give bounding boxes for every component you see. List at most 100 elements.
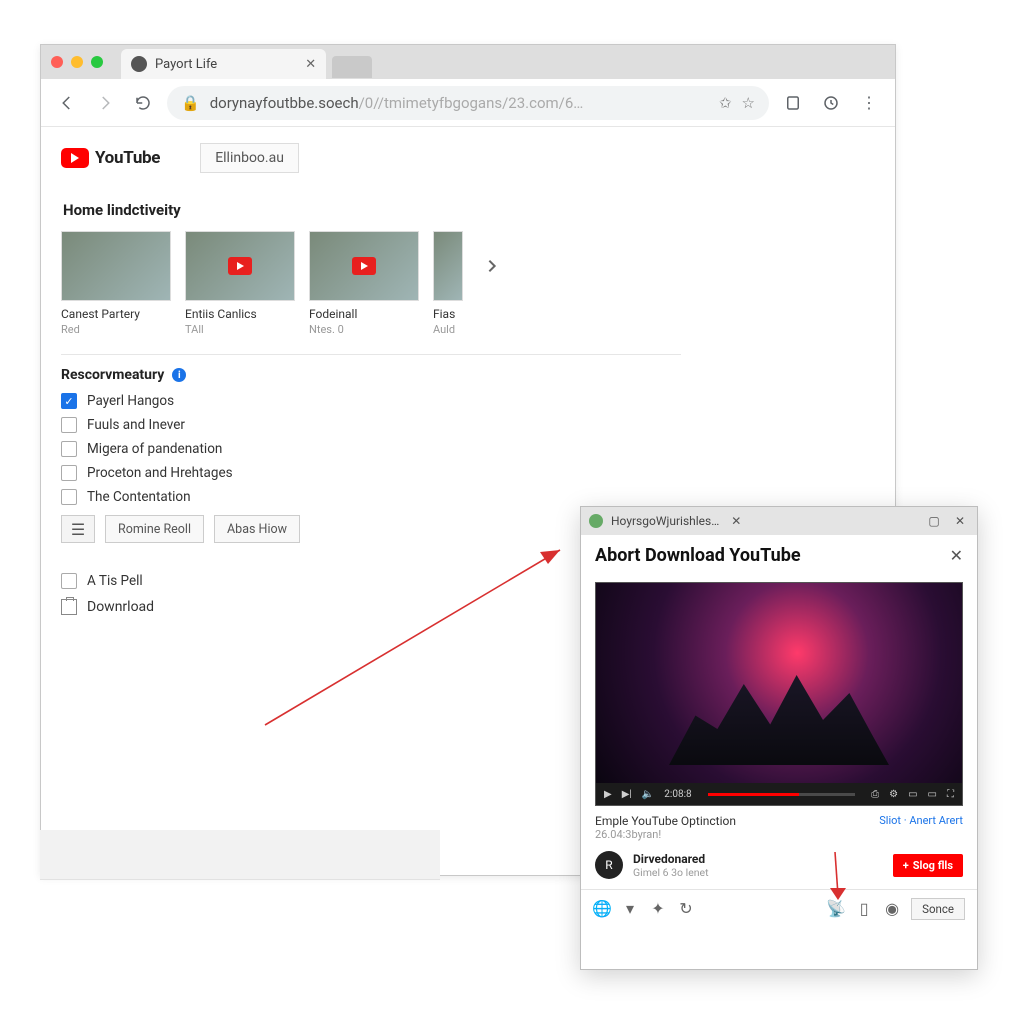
maximize-window-icon[interactable] [91,56,103,68]
back-button[interactable] [53,89,81,117]
video-meta: Emple YouTube Optinction Sliot · Anert A… [581,806,977,845]
popup-dismiss-icon[interactable]: ✕ [950,546,963,565]
plus-icon: + [903,859,909,872]
checkbox-icon[interactable] [61,573,77,589]
video-thumbnail[interactable]: Canest Partery Red [61,231,171,336]
tab-close-icon[interactable]: ✕ [305,57,316,72]
thumbnail-sub: Auld [433,323,463,336]
youtube-logo[interactable]: YouTube [61,148,160,168]
menu-icon[interactable]: ⋮ [855,89,883,117]
footer-action-button[interactable]: Sonce [911,898,965,920]
tab-favicon [131,56,147,72]
video-subtext: 26.04:3byran! [595,828,963,841]
video-time: 2:08:8 [664,789,691,800]
play-icon[interactable]: ▶ [604,789,612,800]
window-titlebar: Payort Life ✕ [41,45,895,79]
video-thumbnail[interactable]: Fodeinall Ntes. 0 [309,231,419,336]
channel-name[interactable]: Dirvedonared [633,852,709,866]
browser-toolbar: 🔒 dorynayfoutbbe.soech/0//tmimetyfbgogan… [41,79,895,127]
thumbnail-sub: Ntes. 0 [309,323,419,336]
carousel-next-button[interactable] [477,251,507,281]
thumbnail-image [61,231,171,301]
lock-icon: 🔒 [181,94,200,112]
subscribe-button[interactable]: + Slog flls [893,854,963,877]
thumbnail-sub: TAll [185,323,295,336]
video-actions-links[interactable]: Sliot · Anert Arert [879,814,963,827]
category-item[interactable]: Migera of pandenation [61,441,875,457]
checkbox-icon[interactable] [61,489,77,505]
page-footer-shadow [40,830,440,880]
theater-icon[interactable]: ▭ [928,789,937,800]
search-field[interactable]: Ellinboo.au [200,143,299,173]
thumbnail-image [309,231,419,301]
checkbox-icon[interactable] [61,441,77,457]
video-thumbnail[interactable]: Entiis Canlics TAll [185,231,295,336]
category-item-label: The Contentation [87,489,191,505]
star-outline-icon[interactable]: ✩ [719,94,732,112]
thumbnail-title: Fias [433,307,463,321]
category-item[interactable]: The Contentation [61,489,875,505]
video-frame [596,583,962,783]
bookmark-icon[interactable] [779,89,807,117]
category-item[interactable]: Fuuls and Inever [61,417,875,433]
footer-down-icon[interactable]: ▾ [621,900,639,918]
close-window-icon[interactable] [51,56,63,68]
window-controls [51,56,103,68]
popup-titlebar: HoyrsgoWjurishles… ✕ ▢ ✕ [581,507,977,535]
popup-footer: 🌐 ▾ ✦ ↻ 📡 ▯ ◉ Sonce [581,889,977,927]
star-icon[interactable]: ☆ [742,94,755,112]
video-title: Emple YouTube Optinction [595,814,736,828]
popup-title-text: HoyrsgoWjurishles… [611,514,719,528]
new-tab-button[interactable] [332,56,372,78]
youtube-play-icon [61,148,89,168]
extension-icon[interactable] [817,89,845,117]
footer-globe-icon[interactable]: 🌐 [593,900,611,918]
footer-sparkle-icon[interactable]: ✦ [649,900,667,918]
progress-bar[interactable] [708,793,856,796]
minimize-window-icon[interactable] [71,56,83,68]
popup-title-close-icon[interactable]: ✕ [727,514,745,528]
popup-maximize-icon[interactable]: ▢ [925,514,943,528]
info-icon[interactable]: i [172,368,186,382]
video-thumbnail[interactable]: Fias Auld [433,231,463,336]
miniplayer-icon[interactable]: ▭ [908,789,917,800]
extra-item-label: A Tis Pell [87,573,143,589]
category-item[interactable]: Proceton and Hrehtages [61,465,875,481]
list-view-button[interactable]: ☰ [61,515,95,543]
thumbnail-title: Canest Partery [61,307,171,321]
play-overlay-icon [352,257,376,275]
video-artwork [669,675,889,765]
address-bar[interactable]: 🔒 dorynayfoutbbe.soech/0//tmimetyfbgogan… [167,86,769,120]
channel-subtext: Gimel 6 3o lenet [633,866,709,879]
category-item-label: Proceton and Hrehtages [87,465,233,481]
video-player[interactable]: ▶ ▶| 🔈 2:08:8 ⎙ ⚙ ▭ ▭ ⛶ [595,582,963,806]
fullscreen-icon[interactable]: ⛶ [947,789,954,800]
captions-icon[interactable]: ⎙ [871,789,879,800]
thumbnail-sub: Red [61,323,171,336]
forward-button[interactable] [91,89,119,117]
popup-window: HoyrsgoWjurishles… ✕ ▢ ✕ Abort Download … [580,506,978,970]
channel-avatar[interactable]: R [595,851,623,879]
download-icon [61,599,77,615]
next-icon[interactable]: ▶| [622,789,632,800]
reload-button[interactable] [129,89,157,117]
footer-record-icon[interactable]: ◉ [883,900,901,918]
thumbnail-title: Fodeinall [309,307,419,321]
checkbox-icon[interactable] [61,465,77,481]
category-item-label: Migera of pandenation [87,441,222,457]
category-heading: Rescorvmeatury i [61,367,875,383]
category-item[interactable]: Payerl Hangos [61,393,875,409]
category-item-label: Fuuls and Inever [87,417,185,433]
browser-tab[interactable]: Payort Life ✕ [121,49,326,79]
video-controls: ▶ ▶| 🔈 2:08:8 ⎙ ⚙ ▭ ▭ ⛶ [596,783,962,805]
popup-close-icon[interactable]: ✕ [951,514,969,528]
volume-icon[interactable]: 🔈 [642,789,654,800]
button-romine[interactable]: Romine Reoll [105,515,204,543]
annotation-arrow-small [820,850,860,910]
checkbox-icon[interactable] [61,393,77,409]
url-path: /0//tmimetyfbgogans/23.com/6… [359,94,584,112]
checkbox-icon[interactable] [61,417,77,433]
video-carousel: Canest Partery Red Entiis Canlics TAll F… [61,231,875,336]
footer-refresh-icon[interactable]: ↻ [677,900,695,918]
settings-gear-icon[interactable]: ⚙ [889,789,898,800]
